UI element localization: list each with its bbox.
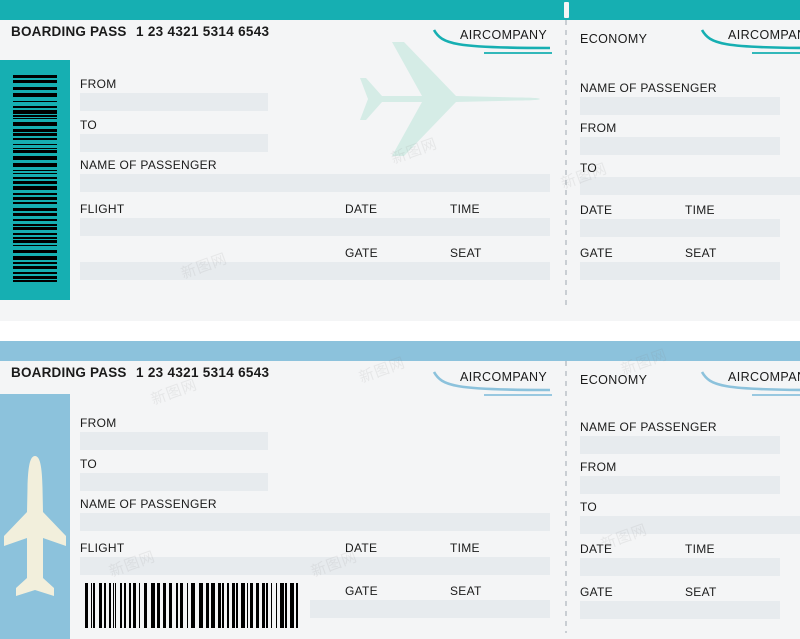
field-label-time: TIME — [450, 541, 480, 555]
field-box-from[interactable] — [80, 432, 268, 450]
stub-field-label-to: TO — [580, 500, 598, 514]
stub-field-label-to: TO — [580, 161, 598, 175]
logo-text: AIRCOMPANY — [728, 370, 800, 384]
field-label-passenger: NAME OF PASSENGER — [80, 158, 217, 172]
logo-text: AIRCOMPANY — [728, 28, 800, 42]
field-box-flight-date-time[interactable] — [80, 218, 550, 236]
stub-field-label-time: TIME — [685, 542, 715, 556]
stub-field-box-gate-seat[interactable] — [580, 601, 780, 619]
stub-field-label-seat: SEAT — [685, 585, 717, 599]
field-box-passenger[interactable] — [80, 174, 550, 192]
pass-header-blue: BOARDING PASS 1 23 4321 5314 6543 — [0, 365, 800, 399]
stub-field-box-date-time[interactable] — [580, 558, 780, 576]
field-label-from: FROM — [80, 77, 117, 91]
aircompany-logo-main-blue: AIRCOMPANY — [432, 370, 552, 400]
stub-field-box-passenger[interactable] — [580, 97, 780, 115]
field-label-gate: GATE — [345, 584, 378, 598]
stub-field-box-to[interactable] — [580, 177, 800, 195]
stub-field-box-from[interactable] — [580, 476, 780, 494]
stub-field-label-seat: SEAT — [685, 246, 717, 260]
stub-side-panel-teal — [0, 60, 70, 300]
stub-field-box-passenger[interactable] — [580, 436, 780, 454]
top-accent-bar-blue — [0, 341, 800, 361]
field-label-gate: GATE — [345, 246, 378, 260]
stub-field-box-gate-seat[interactable] — [580, 262, 780, 280]
stub-field-label-passenger: NAME OF PASSENGER — [580, 420, 717, 434]
perforation-line — [565, 361, 567, 633]
class-label-economy: ECONOMY — [580, 32, 648, 46]
airplane-icon — [360, 42, 540, 156]
class-label-economy: ECONOMY — [580, 373, 648, 387]
boarding-pass-teal: BOARDING PASS 1 23 4321 5314 6543 AIRCOM… — [0, 0, 800, 321]
aircompany-logo-stub-blue: AIRCOMPANY — [700, 370, 800, 400]
ticket-number: 1 23 4321 5314 6543 — [136, 24, 270, 39]
perforation-line — [565, 20, 567, 308]
field-box-flight-date-time[interactable] — [80, 557, 550, 575]
stub-field-label-from: FROM — [580, 121, 617, 135]
field-label-flight: FLIGHT — [80, 541, 125, 555]
field-label-from: FROM — [80, 416, 117, 430]
field-label-date: DATE — [345, 541, 378, 555]
field-label-to: TO — [80, 118, 98, 132]
field-box-to[interactable] — [80, 134, 268, 152]
field-label-date: DATE — [345, 202, 378, 216]
field-label-passenger: NAME OF PASSENGER — [80, 497, 217, 511]
top-accent-bar-teal — [0, 0, 800, 20]
field-box-passenger[interactable] — [80, 513, 550, 531]
stub-field-label-from: FROM — [580, 460, 617, 474]
aircompany-logo-stub-teal: AIRCOMPANY — [700, 28, 800, 58]
field-label-time: TIME — [450, 202, 480, 216]
stub-field-box-to[interactable] — [580, 516, 800, 534]
field-label-to: TO — [80, 457, 98, 471]
stub-field-box-from[interactable] — [580, 137, 780, 155]
stub-field-label-time: TIME — [685, 203, 715, 217]
barcode-horizontal — [85, 583, 302, 628]
field-label-seat: SEAT — [450, 584, 482, 598]
stub-field-label-gate: GATE — [580, 585, 613, 599]
stub-field-label-gate: GATE — [580, 246, 613, 260]
stub-field-label-date: DATE — [580, 203, 613, 217]
stub-field-box-date-time[interactable] — [580, 219, 780, 237]
ticket-number: 1 23 4321 5314 6543 — [136, 365, 270, 380]
logo-text: AIRCOMPANY — [460, 370, 548, 384]
barcode-vertical — [13, 75, 57, 285]
airplane-icon — [4, 456, 66, 596]
field-label-seat: SEAT — [450, 246, 482, 260]
perforation-notch — [564, 2, 569, 18]
field-box-to[interactable] — [80, 473, 268, 491]
stub-field-label-passenger: NAME OF PASSENGER — [580, 81, 717, 95]
field-box-from[interactable] — [80, 93, 268, 111]
page-title: BOARDING PASS — [11, 365, 127, 380]
field-label-flight: FLIGHT — [80, 202, 125, 216]
stub-field-label-date: DATE — [580, 542, 613, 556]
field-box-gate-seat[interactable] — [80, 262, 550, 280]
stub-side-panel-blue — [0, 394, 70, 639]
page-title: BOARDING PASS — [11, 24, 127, 39]
field-box-gate-seat[interactable] — [310, 600, 550, 618]
